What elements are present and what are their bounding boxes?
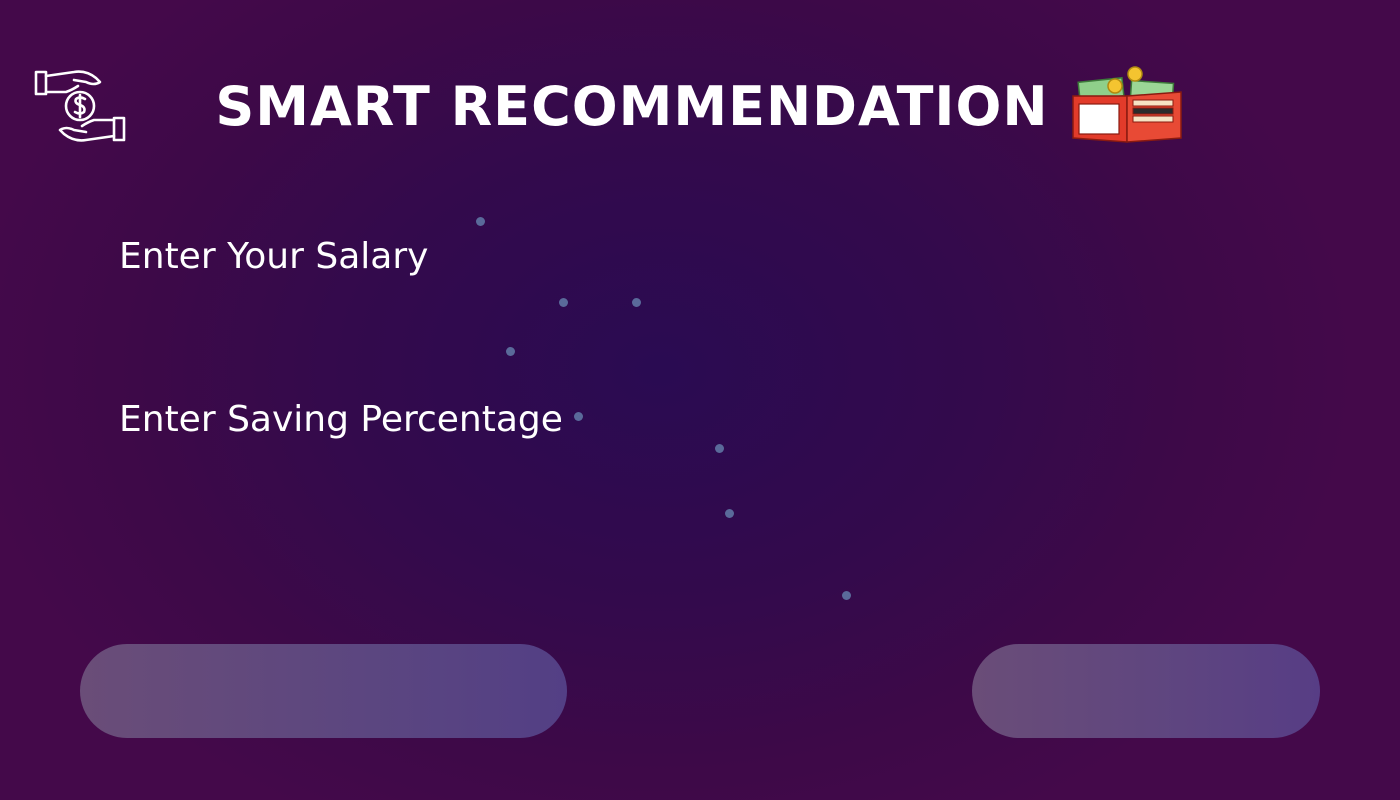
decorative-dot xyxy=(725,509,734,518)
left-action-button[interactable] xyxy=(80,644,567,738)
salary-label: Enter Your Salary xyxy=(119,236,429,277)
wallet-with-cash-icon xyxy=(1071,66,1182,143)
decorative-dot xyxy=(574,412,583,421)
decorative-dot xyxy=(476,217,485,226)
right-action-button[interactable] xyxy=(972,644,1320,738)
money-in-hands-icon xyxy=(34,70,126,142)
decorative-dot xyxy=(559,298,568,307)
page-title: SMART RECOMMENDATION xyxy=(215,74,1049,138)
decorative-dot xyxy=(506,347,515,356)
decorative-dot xyxy=(715,444,724,453)
saving-percentage-label: Enter Saving Percentage xyxy=(119,399,563,440)
decorative-dot xyxy=(842,591,851,600)
decorative-dot xyxy=(632,298,641,307)
header: SMART RECOMMENDATION xyxy=(0,64,1400,148)
